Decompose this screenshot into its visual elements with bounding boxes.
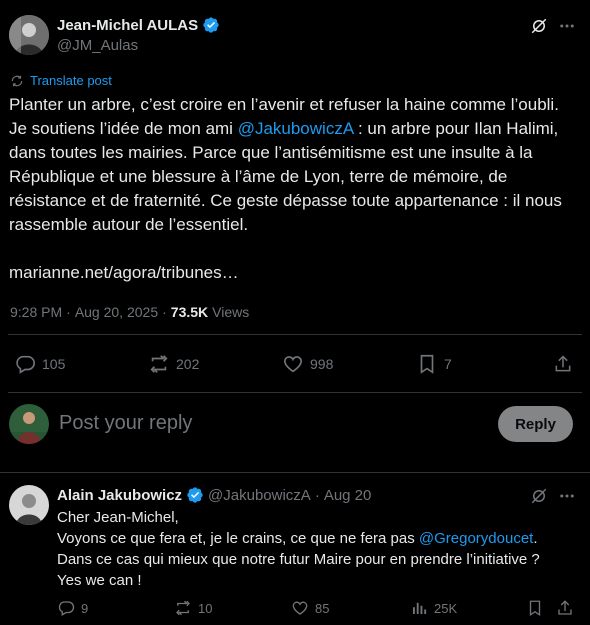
bookmark-action[interactable]: 7 (416, 353, 452, 375)
share-icon[interactable] (552, 353, 574, 375)
views-count: 25K (434, 600, 458, 616)
reply-author-name[interactable]: Alain Jakubowicz (57, 487, 182, 504)
separator: · (162, 304, 167, 320)
share-icon[interactable] (556, 599, 574, 617)
reply-action[interactable]: 9 (57, 599, 88, 617)
like-action[interactable]: 85 (291, 599, 329, 617)
mention-link[interactable]: @JakubowiczA (238, 119, 354, 138)
verified-badge-icon (186, 486, 204, 504)
reply-line: Voyons ce que fera et, je le crains, ce … (57, 528, 577, 549)
reply-line: Yes we can ! (57, 572, 142, 589)
tweet-text: Planter un arbre, c’est croire en l’aven… (9, 93, 581, 237)
reply-count: 105 (42, 356, 66, 372)
reply-date[interactable]: Aug 20 (324, 487, 372, 504)
reply-icon (57, 599, 75, 617)
bookmark-icon (416, 353, 438, 375)
divider (8, 334, 582, 335)
verified-badge-icon (202, 16, 220, 34)
views-count: 73.5K (170, 304, 209, 320)
repost-action[interactable]: 10 (174, 599, 212, 617)
like-icon (282, 353, 304, 375)
bookmark-count: 7 (444, 356, 452, 372)
translate-icon (10, 74, 24, 88)
grok-icon[interactable] (528, 485, 550, 507)
reply-button[interactable]: Reply (498, 406, 573, 442)
article-link[interactable]: marianne.net/agora/tribunes… (9, 261, 239, 285)
reply-input[interactable]: Post your reply (59, 412, 192, 435)
reply-count: 9 (81, 600, 89, 616)
repost-action[interactable]: 202 (148, 353, 199, 375)
like-count: 998 (310, 356, 334, 372)
views-icon (410, 599, 428, 617)
reply-action[interactable]: 105 (14, 353, 65, 375)
current-user-avatar[interactable] (9, 404, 49, 444)
tweet-date[interactable]: Aug 20, 2025 (75, 304, 158, 320)
mention-link[interactable]: @Gregorydoucet (419, 530, 533, 547)
reply-line: Dans ce cas qui mieux que notre futur Ma… (57, 551, 540, 568)
reply-author-avatar[interactable] (9, 485, 49, 525)
reply-text-part: Voyons ce que fera et, je le crains, ce … (57, 530, 419, 547)
author-avatar[interactable] (9, 15, 49, 55)
reply-text: Cher Jean-Michel, Voyons ce que fera et,… (57, 507, 577, 591)
separator: · (66, 304, 71, 320)
more-icon[interactable] (556, 485, 578, 507)
translate-post-link[interactable]: Translate post (30, 73, 112, 88)
repost-count: 10 (198, 600, 213, 616)
more-icon[interactable] (556, 15, 578, 37)
repost-count: 202 (176, 356, 200, 372)
reply-icon (14, 353, 36, 375)
views-action[interactable]: 25K (410, 599, 457, 617)
views-label: Views (212, 304, 250, 320)
like-count: 85 (315, 600, 330, 616)
reply-line: Cher Jean-Michel, (57, 509, 179, 526)
reply-author-handle[interactable]: @JakubowiczA (208, 487, 311, 504)
reply-text-part: . (533, 530, 538, 547)
like-action[interactable]: 998 (282, 353, 333, 375)
divider (0, 472, 590, 473)
bookmark-icon[interactable] (526, 599, 544, 617)
repost-icon (148, 353, 170, 375)
author-name[interactable]: Jean-Michel AULAS (57, 17, 198, 34)
author-handle[interactable]: @JM_Aulas (57, 37, 138, 54)
tweet-time[interactable]: 9:28 PM (10, 304, 62, 320)
separator: · (314, 486, 320, 504)
repost-icon (174, 599, 192, 617)
grok-icon[interactable] (528, 15, 550, 37)
divider (8, 392, 582, 393)
like-icon (291, 599, 309, 617)
